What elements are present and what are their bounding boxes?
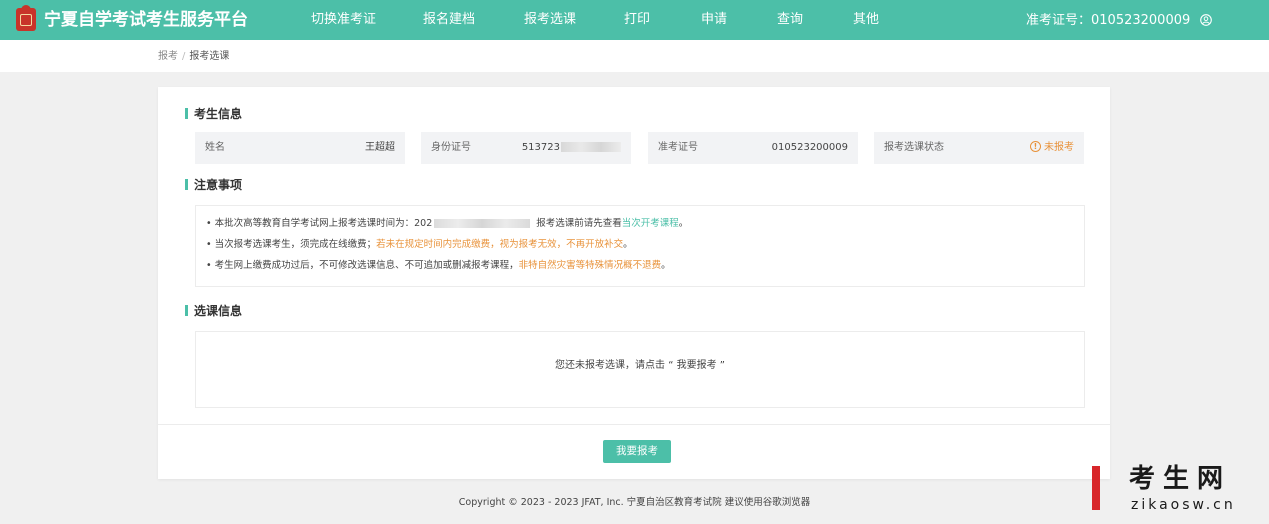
notice-line-2-highlight: 若未在规定时间内完成缴费，视为报考无效，不再开放补交 [376,239,624,250]
breadcrumb-separator: / [182,51,186,62]
warning-icon [1030,132,1041,162]
breadcrumb-home[interactable]: 报考 [158,51,178,62]
nav-registration[interactable]: 报名建档 [423,11,475,29]
nav-print[interactable]: 打印 [624,11,650,29]
breadcrumb-bar: 报考 / 报考选课 [0,40,1269,72]
notice-line-3: • 考生网上缴费成功过后，不可修改选课信息、不可追加或删减报考课程，非特自然灾害… [206,259,671,273]
notice-line-1-mid: 报考选课前请先查看 [536,218,622,229]
notice-line-3-highlight: 非特自然灾害等特殊情况概不退费 [518,260,662,271]
redaction-mask [561,142,621,152]
site-logo-icon [16,5,36,31]
open-courses-link[interactable]: 当次开考课程 [622,218,679,229]
notice-line-3-text: • 考生网上缴费成功过后，不可修改选课信息、不可追加或删减报考课程， [206,260,519,271]
info-status-label: 报考选课状态 [884,142,944,153]
course-selection-box: 您还未报考选课，请点击 “ 我要报考 ” [195,331,1085,408]
notice-line-2-text: • 当次报考选课考生，须完成在线缴费； [206,239,377,250]
apply-exam-button[interactable]: 我要报考 [603,440,671,463]
nav-other[interactable]: 其他 [853,11,879,29]
notice-line-1: • 本批次高等教育自学考试网上报考选课时间为：202 报考选课前请先查看当次开考课… [206,217,688,231]
info-id-number: 身份证号 513723 [421,132,631,164]
info-status: 报考选课状态 未报考 [874,132,1084,164]
info-name-value: 王超超 [365,142,395,153]
nav-apply[interactable]: 申请 [701,11,727,29]
section-title-notice: 注意事项 [185,177,242,193]
notice-line-1-text: • 本批次高等教育自学考试网上报考选课时间为：202 [206,218,433,229]
info-id-label: 身份证号 [431,142,471,153]
notice-line-3-end: 。 [661,260,671,271]
top-navbar: 宁夏自学考试考生服务平台 切换准考证 报名建档 报考选课 打印 申请 查询 其他… [0,0,1269,40]
nav-query[interactable]: 查询 [777,11,803,29]
info-name: 姓名 王超超 [195,132,405,164]
watermark-brand-en: zikaosw.cn [1131,497,1236,513]
notice-line-2: • 当次报考选课考生，须完成在线缴费；若未在规定时间内完成缴费，视为报考无效，不… [206,238,633,252]
user-account-icon[interactable] [1200,14,1212,26]
notice-line-2-end: 。 [623,239,633,250]
watermark-brand-cn: 考生网 [1129,464,1232,494]
breadcrumb-current: 报考选课 [189,51,230,62]
empty-state-message: 您还未报考选课，请点击 “ 我要报考 ” [555,360,725,371]
section-title-candidate-info: 考生信息 [185,106,242,122]
footer-copyright: Copyright © 2023 - 2023 JFAT, Inc. 宁夏自治区… [458,497,811,508]
info-id-value-wrap: 513723 [522,132,621,164]
info-exam-no-value: 010523200009 [771,142,848,153]
section-title-course-info: 选课信息 [185,303,242,319]
nav-course-selection[interactable]: 报考选课 [524,11,576,29]
status-value: 未报考 [1044,142,1074,153]
status-badge: 未报考 [1030,132,1074,164]
watermark-logo-icon [1092,466,1100,510]
info-exam-number: 准考证号 010523200009 [648,132,858,164]
notice-line-1-end: 。 [678,218,689,229]
info-id-value: 513723 [521,142,560,153]
redaction-mask [434,219,531,228]
info-exam-no-label: 准考证号 [658,142,698,153]
breadcrumb: 报考 / 报考选课 [158,50,229,63]
info-name-label: 姓名 [205,142,225,153]
main-card: 考生信息 姓名 王超超 身份证号 513723 准考证号 01052320000… [158,87,1110,479]
card-divider [158,424,1110,425]
nav-switch-exam-card[interactable]: 切换准考证 [311,11,376,29]
header-exam-number: 准考证号：010523200009 [1026,13,1191,28]
site-title[interactable]: 宁夏自学考试考生服务平台 [44,9,248,31]
brand-watermark: 考生网 zikaosw.cn [1085,462,1265,518]
notice-box: • 本批次高等教育自学考试网上报考选课时间为：202 报考选课前请先查看当次开考课… [195,205,1085,287]
